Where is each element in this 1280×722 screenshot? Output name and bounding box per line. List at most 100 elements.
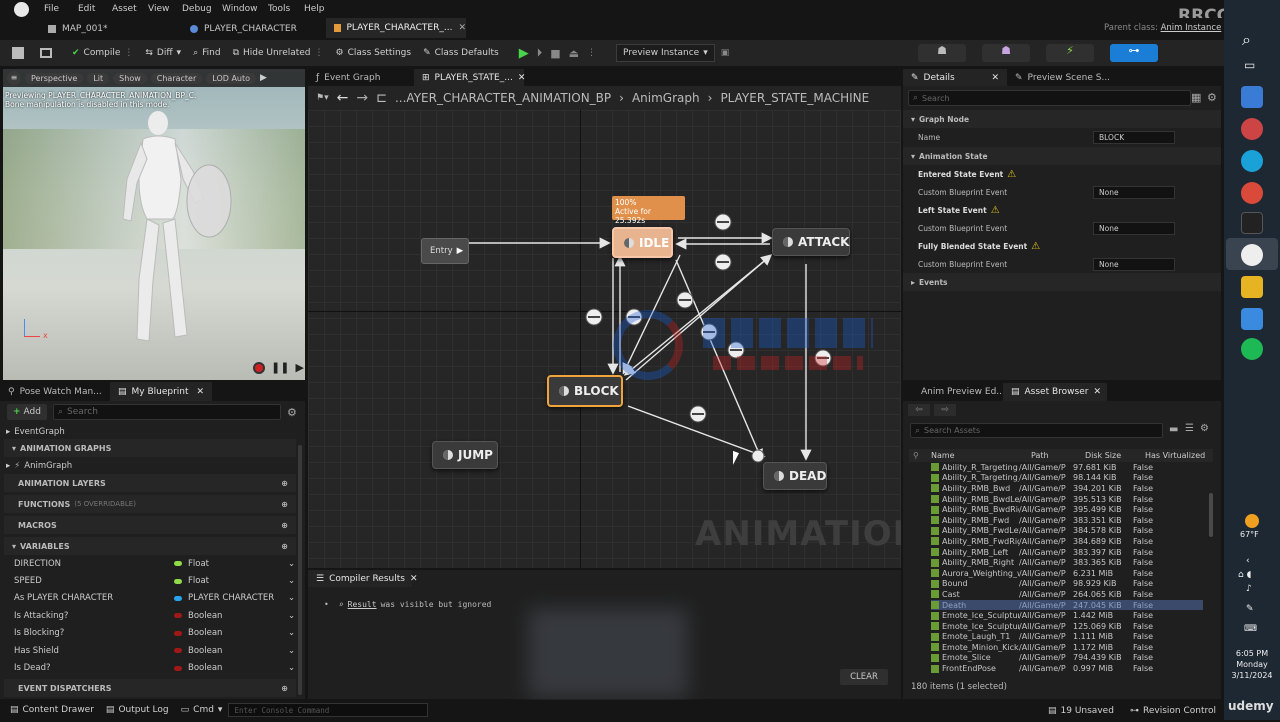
details-tab[interactable]: ✎ Details ✕ (903, 69, 1007, 86)
left-panel-scrollbar[interactable] (298, 445, 302, 695)
keyboard-icon[interactable]: ⌨ (1244, 624, 1257, 634)
menu-tools[interactable]: Tools (268, 4, 304, 14)
cmd-dropdown[interactable]: ▭ Cmd ▾ (175, 699, 229, 721)
preview-viewport[interactable]: ≡ Perspective Lit Show Character LOD Aut… (3, 69, 305, 380)
event-graph-item[interactable]: ▸ EventGraph (6, 423, 65, 440)
spotify-icon[interactable] (1241, 338, 1263, 360)
add-button[interactable]: + Add (7, 404, 47, 420)
menu-edit[interactable]: Edit (78, 4, 112, 14)
animation-layers-section[interactable]: ANIMATION LAYERS ⊕ (4, 474, 296, 492)
menu-asset[interactable]: Asset (112, 4, 148, 14)
back-arrow-icon[interactable]: ← (337, 90, 349, 106)
stop-icon[interactable]: ■ (550, 47, 560, 60)
close-icon[interactable]: ✕ (410, 574, 418, 584)
entry-node[interactable]: Entry ▶ (421, 238, 469, 264)
state-node-block[interactable]: BLOCK (547, 375, 623, 407)
variable-row[interactable]: DIRECTION Float ⌄ (0, 555, 296, 572)
event-graph-tab[interactable]: ƒ Event Graph (308, 69, 414, 86)
filter-icon[interactable]: ☰ (1185, 423, 1194, 434)
menu-help[interactable]: Help (304, 4, 338, 14)
chevron-down-icon[interactable]: ⌄ (288, 628, 295, 638)
event-input[interactable]: None (1093, 257, 1175, 271)
chrome-icon[interactable] (1241, 182, 1263, 204)
close-icon[interactable]: ✕ (1093, 387, 1101, 397)
variable-row[interactable]: SPEED Float ⌄ (0, 572, 296, 589)
pause-icon[interactable]: ❚❚ (271, 361, 289, 374)
app-icon[interactable] (1241, 86, 1263, 108)
asset-row[interactable]: Ability_R_Targeting_M/All/Game/P 98.144 K… (931, 473, 1203, 484)
class-defaults-button[interactable]: ✎ Class Defaults (417, 42, 505, 64)
variables-section[interactable]: ▾ VARIABLES ⊕ (4, 537, 296, 555)
revision-control-button[interactable]: ⊶ Revision Control (1124, 700, 1222, 722)
character-button[interactable]: Character (150, 72, 203, 84)
asset-browser-tab[interactable]: ▤ Asset Browser ✕ (1003, 383, 1107, 401)
add-circle-icon[interactable]: ⊕ (281, 479, 288, 488)
table-view-icon[interactable]: ▦ (1191, 91, 1201, 104)
bookmark-icon[interactable]: ⚑▾ (316, 93, 329, 103)
settings-gear-icon[interactable]: ⚙ (1207, 91, 1217, 104)
asset-scrollbar[interactable] (1209, 493, 1213, 537)
unreal-engine-icon[interactable] (1241, 244, 1263, 266)
column-disk-size[interactable]: Disk Size (1085, 451, 1145, 460)
step-icon[interactable]: ⏵ (537, 46, 543, 60)
add-circle-icon[interactable]: ⊕ (281, 542, 288, 551)
kebab-icon[interactable]: ⋮ (124, 48, 133, 58)
asset-row[interactable]: FrontEndPose/All/Game/P 0.997 MiB False (931, 663, 1203, 674)
content-drawer-button[interactable]: ▤ Content Drawer (4, 699, 100, 721)
add-circle-icon[interactable]: ⊕ (281, 684, 288, 693)
forward-arrow-icon[interactable]: → (356, 90, 368, 106)
asset-row[interactable]: Emote_Minion_Kick/All/Game/P 1.172 MiB Fal… (931, 642, 1203, 653)
variable-row[interactable]: Is Blocking? Boolean ⌄ (0, 625, 296, 642)
asset-row[interactable]: Emote_Ice_Sculpture_/All/Game/P 125.069 K… (931, 621, 1203, 632)
eject-icon[interactable]: ⏏ (569, 47, 579, 60)
animation-mode-icon[interactable]: ⚡ (1046, 44, 1094, 62)
close-icon[interactable]: ✕ (458, 23, 466, 33)
epic-games-icon[interactable] (1241, 212, 1263, 234)
details-search-input[interactable]: ⌕ Search (908, 90, 1191, 106)
settings-gear-icon[interactable]: ⚙ (287, 406, 297, 419)
volume-icon[interactable]: ♪ (1246, 584, 1252, 594)
asset-row[interactable]: Death/All/Game/P 247.045 KiB False (931, 599, 1203, 611)
mesh-mode-icon[interactable]: ☗ (982, 44, 1030, 62)
column-path[interactable]: Path (1031, 451, 1085, 460)
column-has-virtualized[interactable]: Has Virtualized (1145, 451, 1211, 460)
close-icon[interactable]: ✕ (991, 73, 999, 83)
chevron-left-icon[interactable]: ‹ (1246, 556, 1250, 566)
blueprint-mode-icon[interactable]: ⊶ (1110, 44, 1158, 62)
app-icon[interactable] (1241, 118, 1263, 140)
kebab-icon[interactable]: ⋮ (315, 48, 324, 58)
asset-row[interactable]: Bound/All/Game/P 98.929 KiB False (931, 579, 1203, 590)
doc-tab-map[interactable]: MAP_001* (48, 20, 108, 38)
functions-section[interactable]: FUNCTIONS (5 OVERRIDABLE) ⊕ (4, 495, 296, 513)
anim-preview-editor-tab[interactable]: Anim Preview Ed... (903, 383, 1005, 401)
breadcrumb-item-animgraph[interactable]: AnimGraph (632, 91, 700, 105)
calculator-icon[interactable] (1241, 308, 1263, 330)
preview-scene-tab[interactable]: ✎ Preview Scene S... (1007, 69, 1110, 86)
asset-row[interactable]: Aurora_Weighting_wo/All/Game/P 6.231 MiB F… (931, 568, 1203, 579)
column-options-icon[interactable]: ⚲ (909, 451, 931, 460)
chevron-down-icon[interactable]: ⌄ (288, 646, 295, 656)
animation-state-section[interactable]: ▾ Animation State (903, 147, 1221, 165)
browse-icon[interactable] (40, 48, 52, 58)
breadcrumb-item-bp[interactable]: ...AYER_CHARACTER_ANIMATION_BP (395, 91, 611, 105)
save-icon[interactable] (12, 47, 24, 59)
add-circle-icon[interactable]: ⊕ (281, 500, 288, 509)
state-node-attack[interactable]: ATTACK (772, 228, 850, 256)
event-input[interactable]: None (1093, 185, 1175, 199)
class-settings-button[interactable]: ⚙ Class Settings (330, 42, 418, 64)
variable-row[interactable]: As PLAYER CHARACTER PLAYER CHARACTER ⌄ (0, 590, 296, 607)
asset-row[interactable]: Ability_RMB_FwdLeft/All/Game/P 384.578 Ki… (931, 526, 1203, 537)
skip-icon[interactable]: ▶❚ (295, 361, 305, 374)
play-speed-icon[interactable]: ▶ (260, 73, 267, 83)
parent-class-value[interactable]: Anim Instance (1161, 23, 1222, 33)
asset-row[interactable]: Emote_Laugh_T1/All/Game/P 1.111 MiB False (931, 632, 1203, 643)
folder-icon[interactable]: ▬ (1169, 424, 1178, 435)
variable-row[interactable]: Is Attacking? Boolean ⌄ (0, 607, 296, 624)
asset-row[interactable]: Ability_RMB_Fwd/All/Game/P 383.351 KiB Fal… (931, 515, 1203, 526)
asset-row[interactable]: Ability_RMB_FwdRight/All/Game/P 384.689 K… (931, 536, 1203, 547)
macros-section[interactable]: MACROS ⊕ (4, 516, 296, 534)
state-node-jump[interactable]: JUMP (432, 441, 498, 469)
event-input[interactable]: None (1093, 221, 1175, 235)
search-icon[interactable]: ⌕ (1242, 30, 1251, 50)
compile-button[interactable]: ✔ Compile ⋮ (66, 42, 139, 64)
